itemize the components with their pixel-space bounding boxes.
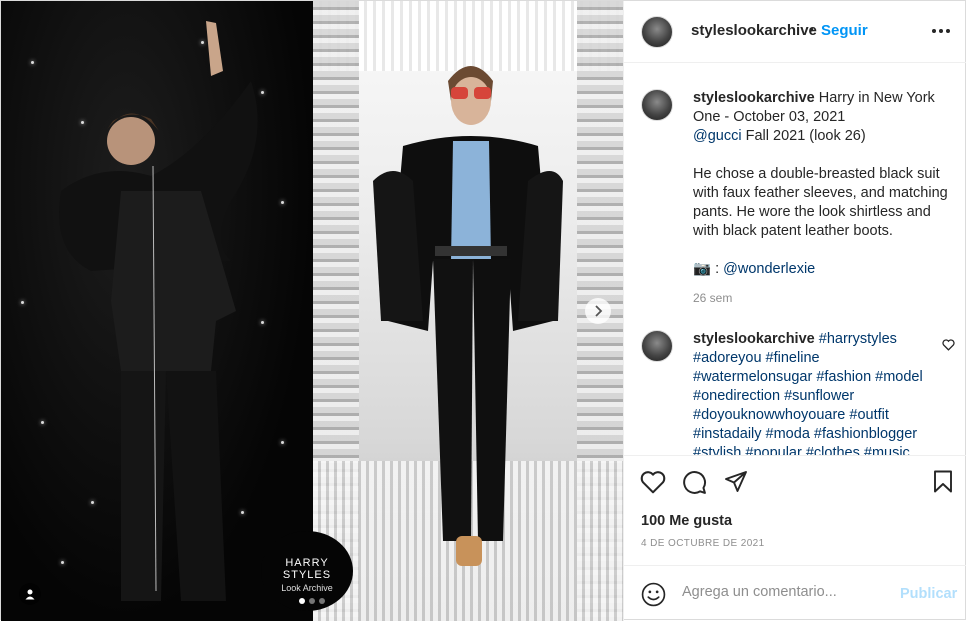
likes-count[interactable]: 100 Me gusta bbox=[641, 513, 732, 529]
caption-mention[interactable]: @gucci bbox=[693, 128, 742, 144]
performer-figure bbox=[59, 21, 258, 601]
carousel-dot-2 bbox=[309, 598, 315, 604]
header-username[interactable]: styleslookarchive bbox=[691, 22, 817, 39]
like-heart-icon[interactable] bbox=[640, 470, 666, 494]
caption-credit-handle[interactable]: @wonderlexie bbox=[723, 261, 815, 277]
caption-line2: Fall 2021 (look 26) bbox=[745, 128, 866, 144]
carousel-indicator bbox=[299, 598, 325, 604]
caption-time[interactable]: 26 sem bbox=[693, 291, 732, 305]
caption-paragraph: He chose a double-breasted black suit wi… bbox=[693, 166, 948, 239]
avatar[interactable] bbox=[641, 16, 673, 48]
tagged-users-button[interactable] bbox=[19, 583, 41, 605]
header-separator: • bbox=[809, 21, 814, 37]
post-actions: 100 Me gusta 4 DE OCTUBRE DE 2021 bbox=[624, 455, 966, 565]
carousel-dot-1 bbox=[299, 598, 305, 604]
runway-photo bbox=[313, 1, 623, 621]
carousel-next-button[interactable] bbox=[585, 298, 611, 324]
caption-credit-prefix: 📷 : bbox=[693, 261, 724, 277]
comment-hashtags[interactable]: #harrystyles #adoreyou #fineline #waterm… bbox=[693, 331, 923, 455]
comment-bubble-icon[interactable] bbox=[682, 470, 707, 495]
comment-avatar[interactable] bbox=[641, 330, 673, 362]
follow-button[interactable]: Seguir bbox=[821, 22, 868, 39]
badge-title: HARRY STYLES bbox=[282, 557, 332, 581]
post-date[interactable]: 4 DE OCTUBRE DE 2021 bbox=[641, 538, 765, 549]
comment-username[interactable]: styleslookarchive bbox=[693, 331, 815, 347]
publish-button[interactable]: Publicar bbox=[900, 586, 957, 602]
comment-composer: Publicar bbox=[624, 565, 966, 621]
badge-subtitle: Look Archive bbox=[281, 583, 333, 593]
share-plane-icon[interactable] bbox=[724, 470, 748, 493]
caption-username[interactable]: styleslookarchive bbox=[693, 90, 815, 106]
post-dialog: HARRY STYLES Look Archive styleslookarch… bbox=[0, 0, 966, 621]
person-icon bbox=[25, 589, 35, 600]
carousel-dot-3 bbox=[319, 598, 325, 604]
concert-photo bbox=[1, 1, 313, 621]
more-options-icon[interactable] bbox=[932, 23, 952, 39]
caption-avatar[interactable] bbox=[641, 89, 673, 121]
save-bookmark-icon[interactable] bbox=[933, 470, 953, 493]
chevron-right-icon bbox=[595, 305, 603, 317]
comment-input[interactable] bbox=[682, 584, 882, 600]
comment-like-icon[interactable] bbox=[942, 339, 955, 351]
post-sidebar: styleslookarchive • Seguir styleslookarc… bbox=[623, 1, 966, 621]
comment-item: styleslookarchive #harrystyles #adoreyou… bbox=[693, 330, 938, 455]
model-figure bbox=[373, 66, 563, 566]
emoji-icon[interactable] bbox=[641, 582, 666, 607]
caption: styleslookarchive Harry in New York One … bbox=[693, 89, 959, 279]
post-media[interactable]: HARRY STYLES Look Archive bbox=[1, 1, 623, 621]
comments-list: styleslookarchive Harry in New York One … bbox=[624, 63, 966, 455]
post-header: styleslookarchive • Seguir bbox=[624, 1, 966, 63]
